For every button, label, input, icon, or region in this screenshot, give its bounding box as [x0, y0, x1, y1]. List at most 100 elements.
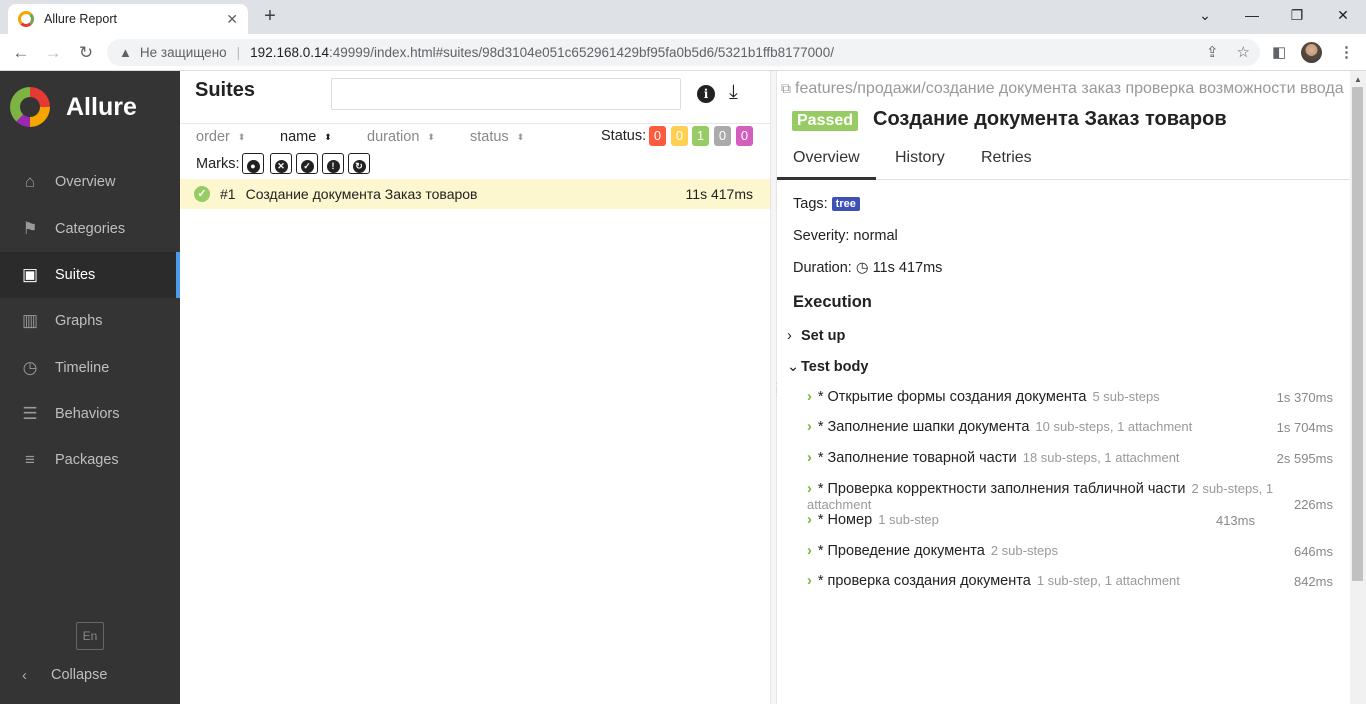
step-name: * проверка создания документа [817, 573, 1031, 589]
insecure-label[interactable]: Не защищено [140, 45, 227, 60]
chevron-right-icon: › [807, 389, 812, 405]
page-title: Suites [195, 79, 256, 101]
forward-button[interactable]: → [40, 40, 66, 66]
sort-order[interactable]: order ⬍ [196, 129, 245, 145]
mark-new-passed-toggle[interactable]: ✓ [296, 153, 318, 174]
step-row[interactable]: › * Заполнение товарной части 18 sub-step… [807, 450, 1333, 472]
search-input[interactable] [331, 78, 681, 110]
breadcrumb[interactable]: ⧉ features/продажи/создание документа зак… [781, 80, 1346, 98]
bookmark-star-icon[interactable]: ☆ [1237, 43, 1250, 61]
sidebar-item-behaviors[interactable]: ☰ Behaviors [0, 394, 180, 434]
mark-new-failed-toggle[interactable]: ✕ [270, 153, 292, 174]
step-name: * Проведение документа [817, 543, 985, 559]
tab-search-chevron-icon[interactable]: ⌄ [1190, 4, 1220, 26]
duration-label: Duration: [793, 260, 852, 276]
mark-new-broken-toggle[interactable]: ! [322, 153, 344, 174]
scrollbar[interactable]: ▲ [1350, 71, 1366, 704]
step-time: 842ms [1293, 574, 1333, 589]
tab-overview[interactable]: Overview [777, 149, 876, 180]
step-time: 2s 595ms [1276, 451, 1333, 466]
tab-close-icon[interactable]: ✕ [226, 11, 238, 28]
test-row[interactable]: ✓ #1 Создание документа Заказ товаров 11… [180, 179, 770, 209]
step-substeps: 5 sub-steps [1092, 389, 1160, 404]
browser-toolbar: ← → ↻ ▲ Не защищено | 192.168.0.14:49999… [0, 34, 1366, 71]
sort-duration[interactable]: duration ⬍ [367, 129, 435, 145]
share-icon[interactable]: ⇪ [1206, 43, 1219, 61]
step-name: * Заполнение товарной части [817, 450, 1017, 466]
sort-duration-label: duration [367, 129, 420, 145]
detail-tabs: Overview History Retries [777, 144, 1350, 180]
menu-dots-icon[interactable]: ⋮ [1339, 43, 1354, 61]
step-row[interactable]: › * проверка создания документа 1 sub-ste… [807, 573, 1333, 595]
step-substeps: 1 sub-step, 1 attachment [1036, 573, 1180, 588]
mark-retries-toggle[interactable]: ↻ [348, 153, 370, 174]
step-row[interactable]: › * Заполнение шапки документа 10 sub-ste… [807, 419, 1333, 441]
side-panel-icon[interactable]: ◧ [1272, 43, 1286, 61]
step-name: * Заполнение шапки документа [817, 419, 1030, 435]
pane-splitter[interactable]: ⋮⋮ [770, 71, 782, 704]
setup-section[interactable]: › Set up [787, 328, 845, 344]
sidebar-item-categories[interactable]: ⚑ Categories [0, 209, 180, 249]
sort-status[interactable]: status ⬍ [470, 129, 524, 145]
step-name: * Номер [817, 512, 873, 528]
new-tab-button[interactable]: + [258, 6, 282, 28]
scrollbar-thumb[interactable] [1352, 87, 1363, 581]
step-row[interactable]: › * Проведение документа 2 sub-steps 646m… [807, 543, 1333, 565]
download-icon[interactable]: ⤓ [729, 81, 738, 104]
warning-icon[interactable]: ▲ [119, 45, 132, 60]
mark-flaky-toggle[interactable]: ● [242, 153, 264, 174]
marks-label: Marks: [196, 156, 240, 172]
minimize-button[interactable]: — [1237, 4, 1267, 26]
chevron-right-icon: › [807, 512, 812, 528]
step-row[interactable]: › * Открытие формы создания документа 5 s… [807, 389, 1333, 411]
info-icon[interactable]: i [697, 85, 715, 103]
language-button[interactable]: En [76, 622, 104, 650]
status-unknown-toggle[interactable]: 0 [736, 126, 753, 146]
sidebar-item-suites[interactable]: ▣ Suites [0, 252, 180, 298]
sidebar-item-packages[interactable]: ≡ Packages [0, 440, 180, 480]
tag-badge: tree [831, 197, 860, 211]
sidebar-item-timeline[interactable]: ◷ Timeline [0, 348, 180, 388]
step-substeps: 10 sub-steps, 1 attachment [1035, 419, 1193, 434]
restore-button[interactable]: ❐ [1282, 4, 1312, 26]
status-broken-toggle[interactable]: 0 [671, 126, 688, 146]
step-row[interactable]: › * Номер 1 sub-step 413ms [807, 512, 1255, 534]
collapse-button[interactable]: ‹ Collapse [0, 663, 180, 687]
tab-title: Allure Report [44, 12, 117, 26]
copy-icon[interactable]: ⧉ [781, 80, 791, 96]
refresh-icon: ↻ [352, 160, 366, 173]
status-passed-toggle[interactable]: 1 [692, 126, 709, 146]
status-skipped-toggle[interactable]: 0 [714, 126, 731, 146]
allure-logo[interactable]: Allure [10, 87, 137, 127]
sidebar-item-graphs[interactable]: ▥ Graphs [0, 301, 180, 341]
collapse-label: Collapse [51, 667, 108, 683]
profile-avatar[interactable] [1301, 42, 1322, 63]
window-close-button[interactable]: ✕ [1328, 4, 1358, 26]
tab-history[interactable]: History [879, 149, 961, 180]
url-path: :49999/index.html#suites/98d3104e051c652… [329, 45, 834, 60]
back-button[interactable]: ← [8, 40, 34, 66]
test-body-label: Test body [801, 359, 869, 375]
align-left-icon: ≡ [25, 450, 35, 469]
status-filter-label: Status: [601, 128, 647, 144]
step-substeps: 1 sub-step [878, 512, 939, 527]
sidebar-item-label: Suites [55, 267, 96, 283]
bomb-icon: ● [246, 160, 260, 173]
browser-tab[interactable]: Allure Report ✕ [8, 4, 248, 34]
chevron-right-icon: › [807, 481, 812, 497]
scroll-up-arrow-icon[interactable]: ▲ [1354, 75, 1362, 84]
reload-button[interactable]: ↻ [73, 40, 99, 66]
step-substeps: 2 sub-steps [990, 543, 1059, 558]
tab-retries[interactable]: Retries [965, 149, 1048, 180]
sidebar-item-overview[interactable]: ⌂ Overview [0, 162, 180, 202]
address-bar[interactable]: ▲ Не защищено | 192.168.0.14:49999/index… [107, 39, 1260, 66]
list-icon: ☰ [22, 404, 38, 423]
step-time: 226ms [1293, 497, 1333, 512]
bar-chart-icon: ▥ [21, 311, 39, 330]
tags-row: Tags: tree [793, 196, 860, 212]
sort-name[interactable]: name ⬍ [280, 129, 332, 145]
sidebar-item-label: Packages [55, 452, 119, 468]
test-body-section[interactable]: ⌄ Test body [787, 359, 868, 375]
status-failed-toggle[interactable]: 0 [649, 126, 666, 146]
sidebar-item-label: Behaviors [55, 406, 120, 422]
